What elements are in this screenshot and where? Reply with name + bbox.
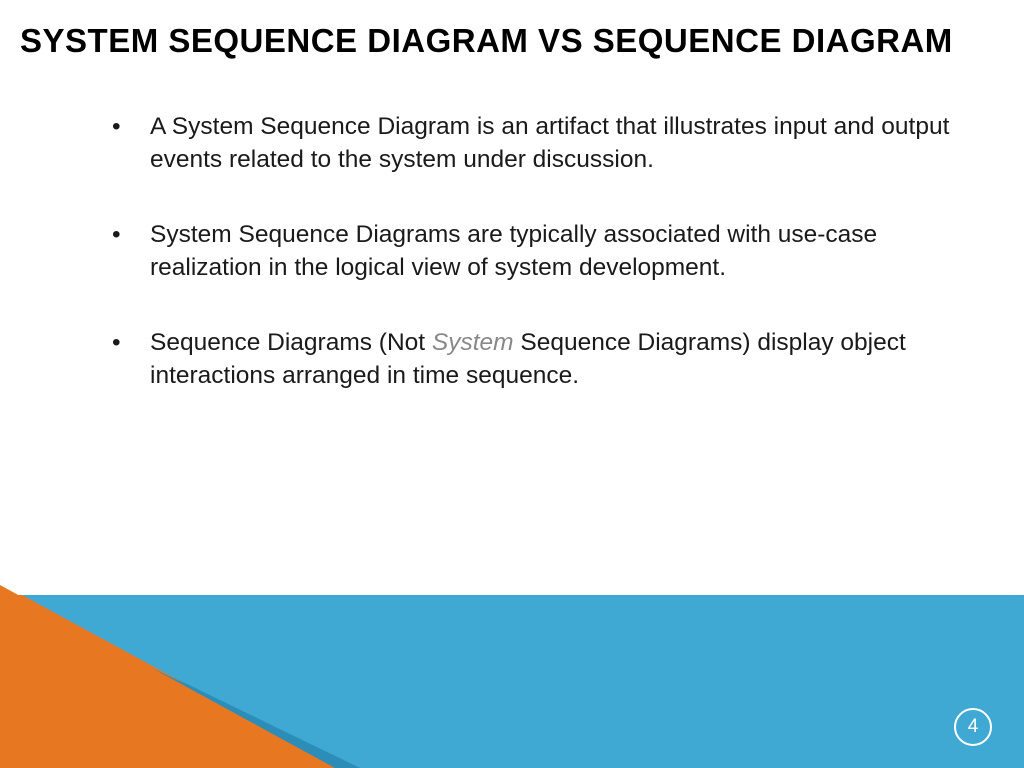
bullet-italic: System: [432, 329, 514, 356]
bullet-text: Sequence Diagrams (Not System Sequence D…: [150, 326, 964, 392]
bullet-text: System Sequence Diagrams are typically a…: [150, 218, 964, 284]
bullet-item: • A System Sequence Diagram is an artifa…: [100, 110, 964, 176]
bullet-item: • System Sequence Diagrams are typically…: [100, 218, 964, 284]
page-number-badge: 4: [954, 708, 992, 746]
bullet-marker: •: [100, 110, 150, 176]
bullet-marker: •: [100, 326, 150, 392]
page-number: 4: [968, 716, 979, 738]
slide: SYSTEM SEQUENCE DIAGRAM VS SEQUENCE DIAG…: [0, 0, 1024, 768]
bullet-item: • Sequence Diagrams (Not System Sequence…: [100, 326, 964, 392]
footer-graphics: [0, 583, 1024, 768]
bullet-prefix: Sequence Diagrams (Not: [150, 329, 432, 356]
content-area: • A System Sequence Diagram is an artifa…: [0, 60, 1024, 392]
bullet-marker: •: [100, 218, 150, 284]
bullet-text: A System Sequence Diagram is an artifact…: [150, 110, 964, 176]
slide-title: SYSTEM SEQUENCE DIAGRAM VS SEQUENCE DIAG…: [0, 0, 1024, 60]
